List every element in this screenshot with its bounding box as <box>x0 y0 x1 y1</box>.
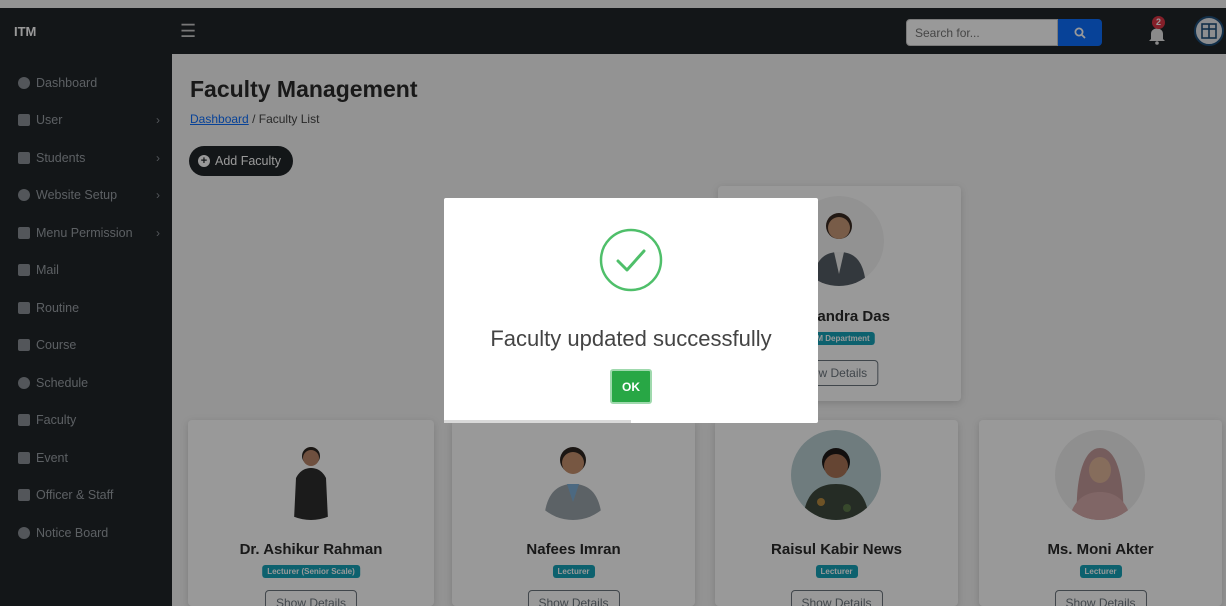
dialog-timer-bar <box>444 420 631 423</box>
modal-backdrop[interactable]: Faculty updated successfully OK <box>0 0 1226 606</box>
success-dialog: Faculty updated successfully OK <box>444 198 818 423</box>
ok-button[interactable]: OK <box>610 369 652 404</box>
dialog-message: Faculty updated successfully <box>490 326 772 351</box>
success-check-icon <box>599 228 663 292</box>
